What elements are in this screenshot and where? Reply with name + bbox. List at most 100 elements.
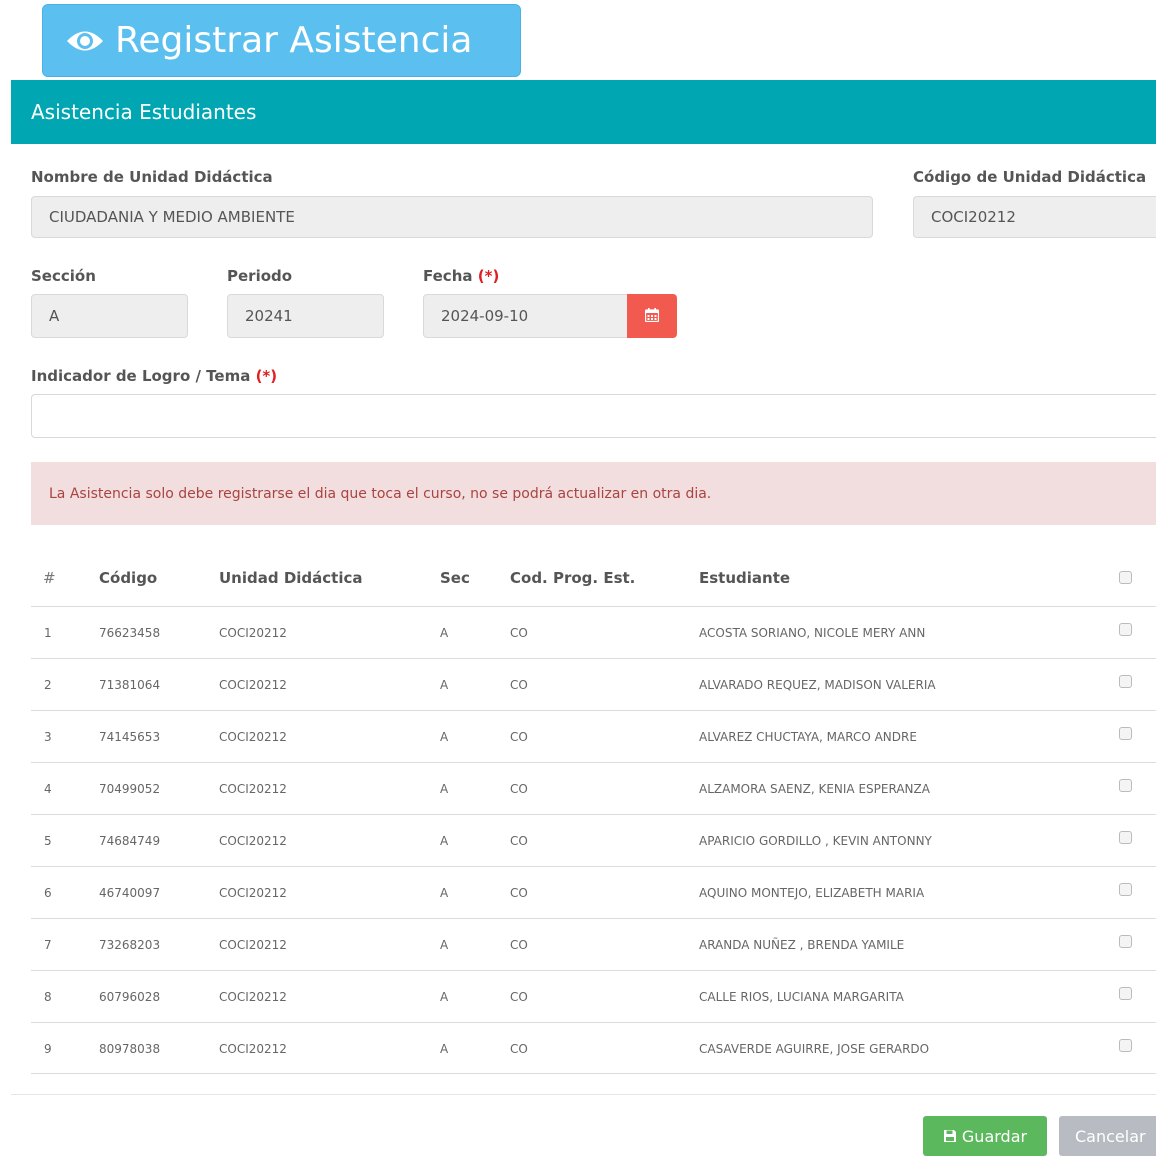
fecha-required-mark: (*) [477,267,500,285]
row-number: 7 [44,938,52,952]
save-label: Guardar [961,1126,1028,1146]
row-prog: CO [510,1042,528,1056]
row-unidad: COCI20212 [219,626,287,640]
registrar-asistencia-button[interactable]: Registrar Asistencia [42,4,521,77]
row-number: 9 [44,1042,52,1056]
row-number: 3 [44,730,52,744]
row-sec: A [440,886,449,900]
table-row: 8 60796028 COCI20212 A CO CALLE RIOS, LU… [31,970,1156,1022]
row-number: 5 [44,834,52,848]
table-row: 9 80978038 COCI20212 A CO CASAVERDE AGUI… [31,1022,1156,1074]
calendar-icon [644,307,660,326]
modal-header: Asistencia Estudiantes [11,80,1156,144]
col-header-estudiante: Estudiante [699,569,791,587]
unidad-nombre-label: Nombre de Unidad Didáctica [31,168,273,186]
row-estudiante: AQUINO MONTEJO, ELIZABETH MARIA [699,886,925,900]
row-sec: A [440,1042,449,1056]
row-unidad: COCI20212 [219,990,287,1004]
row-checkbox[interactable] [1119,987,1132,1000]
col-header-unidad: Unidad Didáctica [219,569,363,587]
indicador-required-mark: (*) [255,367,278,385]
cancel-button[interactable]: Cancelar [1059,1116,1156,1156]
row-unidad: COCI20212 [219,730,287,744]
row-codigo: 46740097 [99,886,161,900]
row-prog: CO [510,730,528,744]
row-unidad: COCI20212 [219,938,287,952]
fecha-field[interactable]: 2024-09-10 [423,294,628,338]
eye-icon [65,21,105,61]
unidad-nombre-value: CIUDADANIA Y MEDIO AMBIENTE [49,208,295,226]
row-checkbox[interactable] [1119,727,1132,740]
row-sec: A [440,626,449,640]
col-header-prog: Cod. Prog. Est. [510,569,636,587]
row-codigo: 60796028 [99,990,161,1004]
table-row: 5 74684749 COCI20212 A CO APARICIO GORDI… [31,814,1156,866]
row-prog: CO [510,782,528,796]
row-estudiante: CALLE RIOS, LUCIANA MARGARITA [699,990,904,1004]
row-checkbox[interactable] [1119,883,1132,896]
row-estudiante: APARICIO GORDILLO , KEVIN ANTONNY [699,834,932,848]
unidad-codigo-field[interactable]: COCI20212 [913,196,1156,238]
modal-title: Asistencia Estudiantes [31,100,257,124]
row-unidad: COCI20212 [219,678,287,692]
row-prog: CO [510,626,528,640]
row-prog: CO [510,990,528,1004]
row-prog: CO [510,834,528,848]
row-prog: CO [510,678,528,692]
row-checkbox[interactable] [1119,675,1132,688]
row-estudiante: CASAVERDE AGUIRRE, JOSE GERARDO [699,1042,930,1056]
table-row: 7 73268203 COCI20212 A CO ARANDA NUÑEZ ,… [31,918,1156,970]
row-checkbox[interactable] [1119,779,1132,792]
row-sec: A [440,834,449,848]
row-codigo: 80978038 [99,1042,161,1056]
registrar-asistencia-label: Registrar Asistencia [115,20,473,61]
row-codigo: 70499052 [99,782,161,796]
table-row: 4 70499052 COCI20212 A CO ALZAMORA SAENZ… [31,762,1156,814]
row-sec: A [440,782,449,796]
fecha-label: Fecha (*) [423,267,499,285]
unidad-codigo-label: Código de Unidad Didáctica [913,168,1147,186]
row-codigo: 74145653 [99,730,161,744]
seccion-value: A [49,307,60,325]
seccion-field[interactable]: A [31,294,188,338]
row-unidad: COCI20212 [219,782,287,796]
row-sec: A [440,730,449,744]
col-header-sec: Sec [440,569,470,587]
periodo-value: 20241 [245,307,293,325]
row-number: 6 [44,886,52,900]
alert-text: La Asistencia solo debe registrarse el d… [49,485,712,502]
row-prog: CO [510,938,528,952]
row-number: 4 [44,782,52,796]
row-checkbox[interactable] [1119,935,1132,948]
row-codigo: 76623458 [99,626,161,640]
row-prog: CO [510,886,528,900]
row-estudiante: ARANDA NUÑEZ , BRENDA YAMILE [699,938,905,952]
row-codigo: 73268203 [99,938,161,952]
col-header-number: # [43,569,56,587]
calendar-button[interactable] [627,294,677,338]
row-estudiante: ALVARADO REQUEZ, MADISON VALERIA [699,678,936,692]
unidad-codigo-value: COCI20212 [931,208,1016,226]
row-number: 2 [44,678,52,692]
seccion-label: Sección [31,267,96,285]
row-codigo: 74684749 [99,834,161,848]
row-unidad: COCI20212 [219,834,287,848]
row-sec: A [440,990,449,1004]
save-button[interactable]: Guardar [923,1116,1047,1156]
alert-warning: La Asistencia solo debe registrarse el d… [31,462,1156,525]
row-checkbox[interactable] [1119,623,1132,636]
periodo-label: Periodo [227,267,293,285]
row-checkbox[interactable] [1119,831,1132,844]
floppy-disk-icon [943,1129,957,1143]
fecha-label-text: Fecha [423,267,473,285]
row-checkbox[interactable] [1119,1039,1132,1052]
periodo-field[interactable]: 20241 [227,294,384,338]
row-sec: A [440,938,449,952]
fecha-value: 2024-09-10 [441,307,529,325]
select-all-checkbox[interactable] [1119,571,1132,584]
row-number: 8 [44,990,52,1004]
row-estudiante: ALVAREZ CHUCTAYA, MARCO ANDRE [699,730,917,744]
row-number: 1 [44,626,52,640]
unidad-nombre-field[interactable]: CIUDADANIA Y MEDIO AMBIENTE [31,196,873,238]
indicador-input[interactable] [31,394,1156,438]
